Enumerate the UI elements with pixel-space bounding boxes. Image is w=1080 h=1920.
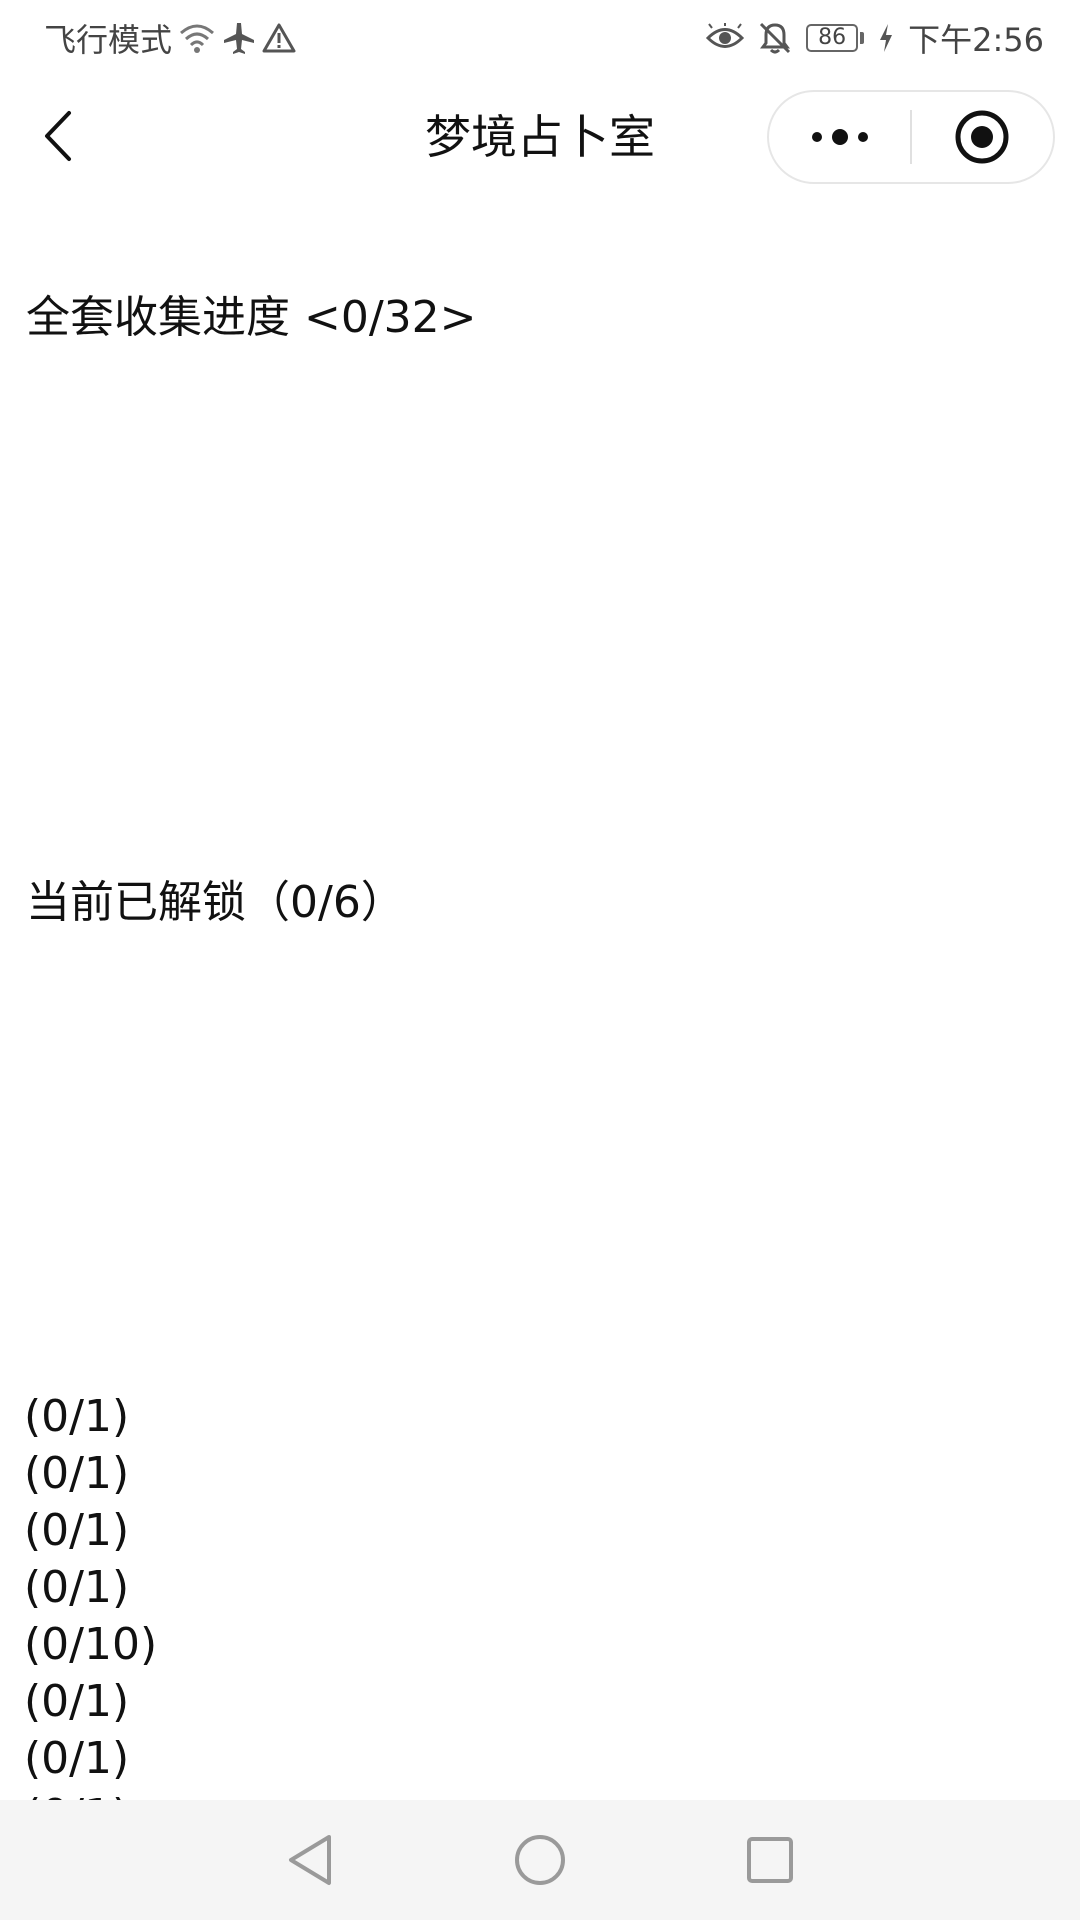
- list-item: (0/1): [24, 1562, 130, 1613]
- nav-bar: 梦境占卜室: [0, 76, 1080, 198]
- status-right: 86 下午2:56: [706, 16, 1044, 60]
- system-recents-button[interactable]: [740, 1830, 800, 1890]
- main-content: 全套收集进度 <0/32> 当前已解锁（0/6） (0/1) (0/1) (0/…: [0, 198, 1080, 1800]
- eye-icon: [706, 23, 745, 53]
- battery-icon: 86: [806, 24, 865, 52]
- list-item: (0/1): [24, 1505, 130, 1556]
- battery-level: 86: [806, 24, 859, 52]
- bell-off-icon: [758, 21, 792, 55]
- status-left: 飞行模式: [44, 16, 296, 60]
- list-item: (0/1): [24, 1448, 130, 1499]
- charging-icon: [878, 23, 894, 53]
- airplane-icon: [222, 21, 256, 55]
- system-back-button[interactable]: [280, 1830, 340, 1890]
- list-item: (0/1): [24, 1391, 130, 1442]
- more-dots-icon: [811, 129, 868, 145]
- status-bar: 飞行模式 86 下午2:56: [0, 0, 1080, 76]
- warning-icon: [262, 22, 296, 54]
- close-target-icon: [955, 110, 1009, 164]
- system-nav-bar: [0, 1800, 1080, 1920]
- status-time: 下午2:56: [908, 21, 1044, 59]
- list-item: (0/1): [24, 1787, 157, 1800]
- progress-list: (0/1) (0/1) (0/1) (0/1) (0/10) (0/1) (0/…: [24, 1388, 157, 1800]
- more-button[interactable]: [769, 92, 910, 182]
- home-circle-icon: [515, 1835, 565, 1885]
- back-triangle-icon: [289, 1835, 331, 1885]
- recents-square-icon: [747, 1837, 793, 1883]
- unlocked-progress: 当前已解锁（0/6）: [26, 877, 405, 928]
- system-home-button[interactable]: [510, 1830, 570, 1890]
- collection-progress: 全套收集进度 <0/32>: [26, 292, 477, 343]
- close-button[interactable]: [912, 92, 1053, 182]
- wifi-icon: [178, 21, 216, 55]
- list-item: (0/10): [24, 1619, 158, 1670]
- battery-tip: [860, 32, 865, 44]
- carrier-text: 飞行模式: [44, 21, 173, 59]
- list-item: (0/1): [24, 1676, 130, 1727]
- list-item: (0/1): [24, 1733, 130, 1784]
- mini-program-capsule: [767, 90, 1055, 184]
